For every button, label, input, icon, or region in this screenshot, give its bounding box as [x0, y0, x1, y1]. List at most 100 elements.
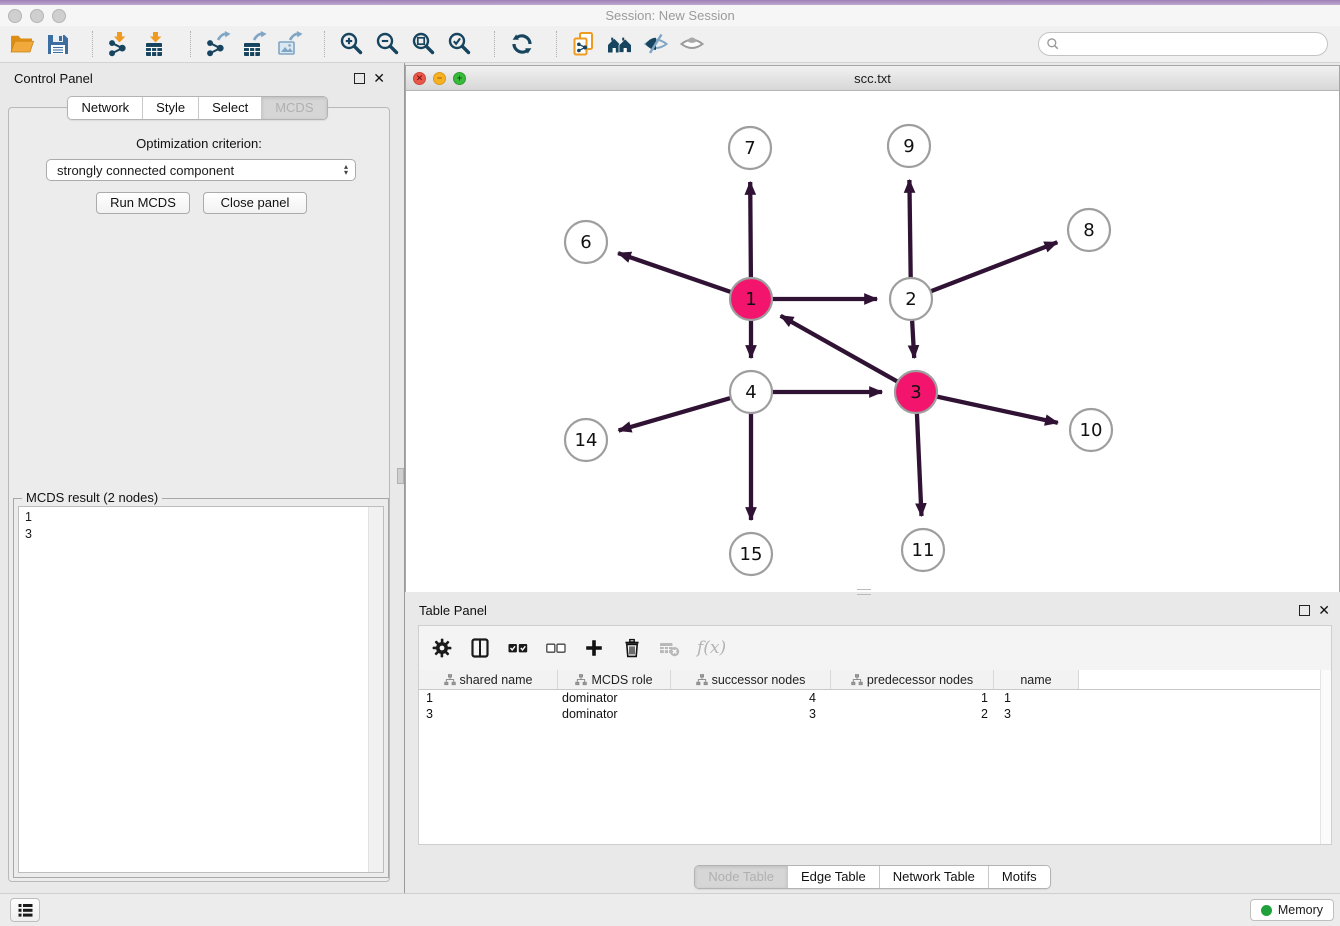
import-table-icon[interactable] — [142, 30, 170, 58]
table-cell[interactable]: 3 — [994, 707, 1079, 721]
select-all-columns-icon[interactable] — [507, 637, 529, 659]
close-panel-button[interactable]: Close panel — [203, 192, 307, 214]
graph-edge-3-1[interactable] — [781, 316, 898, 382]
graph-node-7[interactable]: 7 — [729, 127, 771, 169]
table-tab-edge-table[interactable]: Edge Table — [788, 866, 880, 888]
column-header-name[interactable]: name — [994, 670, 1079, 689]
export-image-icon[interactable] — [276, 30, 304, 58]
run-mcds-button[interactable]: Run MCDS — [96, 192, 190, 214]
open-session-icon[interactable] — [8, 30, 36, 58]
column-type-icon — [575, 674, 587, 686]
table-cell[interactable]: dominator — [558, 707, 671, 721]
network-canvas[interactable]: 7 9 6 8 1 2 4 3 14 10 15 11 — [406, 91, 1339, 592]
create-column-icon[interactable] — [583, 637, 605, 659]
column-header-MCDS-role[interactable]: MCDS role — [558, 670, 671, 689]
graph-node-1[interactable]: 1 — [730, 278, 772, 320]
table-row[interactable]: 1dominator411 — [419, 690, 1321, 706]
control-tab-mcds[interactable]: MCDS — [262, 97, 326, 119]
splitter-grip[interactable] — [397, 468, 404, 484]
graph-edge-4-14[interactable] — [619, 398, 731, 431]
column-header-shared-name[interactable]: shared name — [419, 670, 558, 689]
graph-node-10[interactable]: 10 — [1070, 409, 1112, 451]
table-tabbar: Node TableEdge TableNetwork TableMotifs — [694, 865, 1050, 889]
float-table-panel-icon[interactable] — [1299, 605, 1310, 616]
column-header-predecessor-nodes[interactable]: predecessor nodes — [831, 670, 994, 689]
column-type-icon — [851, 674, 863, 686]
close-table-panel-icon[interactable]: ✕ — [1318, 604, 1330, 616]
table-tab-network-table[interactable]: Network Table — [880, 866, 989, 888]
column-header-successor-nodes[interactable]: successor nodes — [671, 670, 831, 689]
graph-node-4[interactable]: 4 — [730, 371, 772, 413]
graph-edge-1-6[interactable] — [618, 253, 731, 292]
graph-edge-3-10[interactable] — [937, 397, 1058, 423]
control-tab-network[interactable]: Network — [68, 97, 143, 119]
table-cell[interactable]: 1 — [831, 691, 994, 705]
graph-edge-1-7[interactable] — [750, 182, 751, 278]
first-neighbors-icon[interactable] — [606, 30, 634, 58]
control-panel-tabs: NetworkStyleSelectMCDS — [0, 96, 395, 120]
hide-selected-icon[interactable] — [642, 30, 670, 58]
table-cell[interactable]: 3 — [419, 707, 558, 721]
save-session-icon[interactable] — [44, 30, 72, 58]
graph-node-15[interactable]: 15 — [730, 533, 772, 575]
memory-label: Memory — [1278, 903, 1323, 917]
svg-text:15: 15 — [740, 544, 763, 565]
criterion-dropdown[interactable]: strongly connected component ▴▾ — [46, 159, 356, 181]
zoom-out-icon[interactable] — [374, 30, 402, 58]
zoom-fit-icon[interactable] — [410, 30, 438, 58]
export-network-icon[interactable] — [204, 30, 232, 58]
zoom-selected-icon[interactable] — [446, 30, 474, 58]
panel-splitter[interactable] — [395, 63, 405, 893]
control-tab-select[interactable]: Select — [199, 97, 262, 119]
table-row[interactable]: 3dominator323 — [419, 706, 1321, 722]
zoom-in-icon[interactable] — [338, 30, 366, 58]
table-tab-motifs[interactable]: Motifs — [989, 866, 1050, 888]
import-network-icon[interactable] — [106, 30, 134, 58]
table-cell[interactable]: 2 — [831, 707, 994, 721]
table-cell[interactable]: 3 — [671, 707, 831, 721]
result-scrollbar[interactable] — [368, 507, 383, 872]
svg-text:11: 11 — [912, 540, 935, 561]
table-cell[interactable]: 1 — [419, 691, 558, 705]
graph-node-11[interactable]: 11 — [902, 529, 944, 571]
network-frame-titlebar[interactable]: ✕ − + scc.txt — [406, 66, 1339, 91]
table-tab-node-table[interactable]: Node Table — [695, 866, 788, 888]
graph-edge-2-9[interactable] — [909, 180, 910, 278]
graph-node-9[interactable]: 9 — [888, 125, 930, 167]
close-panel-icon[interactable]: ✕ — [373, 72, 385, 84]
refresh-icon[interactable] — [508, 30, 536, 58]
graph-edge-2-8[interactable] — [931, 242, 1058, 291]
graph-node-8[interactable]: 8 — [1068, 209, 1110, 251]
frame-resize-grip[interactable] — [857, 589, 871, 595]
graph-edge-3-11[interactable] — [917, 413, 922, 516]
show-columns-icon[interactable] — [469, 637, 491, 659]
delete-table-icon — [659, 637, 681, 659]
float-panel-icon[interactable] — [354, 73, 365, 84]
table-cell[interactable]: 1 — [994, 691, 1079, 705]
control-tab-style[interactable]: Style — [143, 97, 199, 119]
show-all-icon[interactable] — [678, 30, 706, 58]
table-scrollbar[interactable] — [1320, 670, 1331, 844]
table-panel: Table Panel ✕ f(x) shared nameMCDS roles… — [405, 597, 1340, 893]
mcds-result-text: 1 3 — [19, 507, 383, 545]
table-cell[interactable]: 4 — [671, 691, 831, 705]
graph-node-3[interactable]: 3 — [895, 371, 937, 413]
memory-button[interactable]: Memory — [1250, 899, 1334, 921]
clone-network-icon[interactable] — [570, 30, 598, 58]
window-title: Session: New Session — [0, 8, 1340, 23]
graph-edge-2-3[interactable] — [912, 320, 914, 358]
graph-node-6[interactable]: 6 — [565, 221, 607, 263]
table-toolbar: f(x) — [419, 626, 1331, 670]
task-history-button[interactable] — [10, 898, 40, 922]
table-panel-tabs: Node TableEdge TableNetwork TableMotifs — [405, 865, 1340, 889]
table-cell[interactable]: dominator — [558, 691, 671, 705]
search-input[interactable] — [1063, 34, 1327, 54]
unselect-all-columns-icon[interactable] — [545, 637, 567, 659]
mcds-result-area[interactable]: 1 3 — [18, 506, 384, 873]
export-table-icon[interactable] — [240, 30, 268, 58]
graph-node-14[interactable]: 14 — [565, 419, 607, 461]
graph-node-2[interactable]: 2 — [890, 278, 932, 320]
control-panel: Control Panel ✕ NetworkStyleSelectMCDS O… — [0, 63, 395, 893]
delete-columns-icon[interactable] — [621, 637, 643, 659]
table-mode-icon[interactable] — [431, 637, 453, 659]
